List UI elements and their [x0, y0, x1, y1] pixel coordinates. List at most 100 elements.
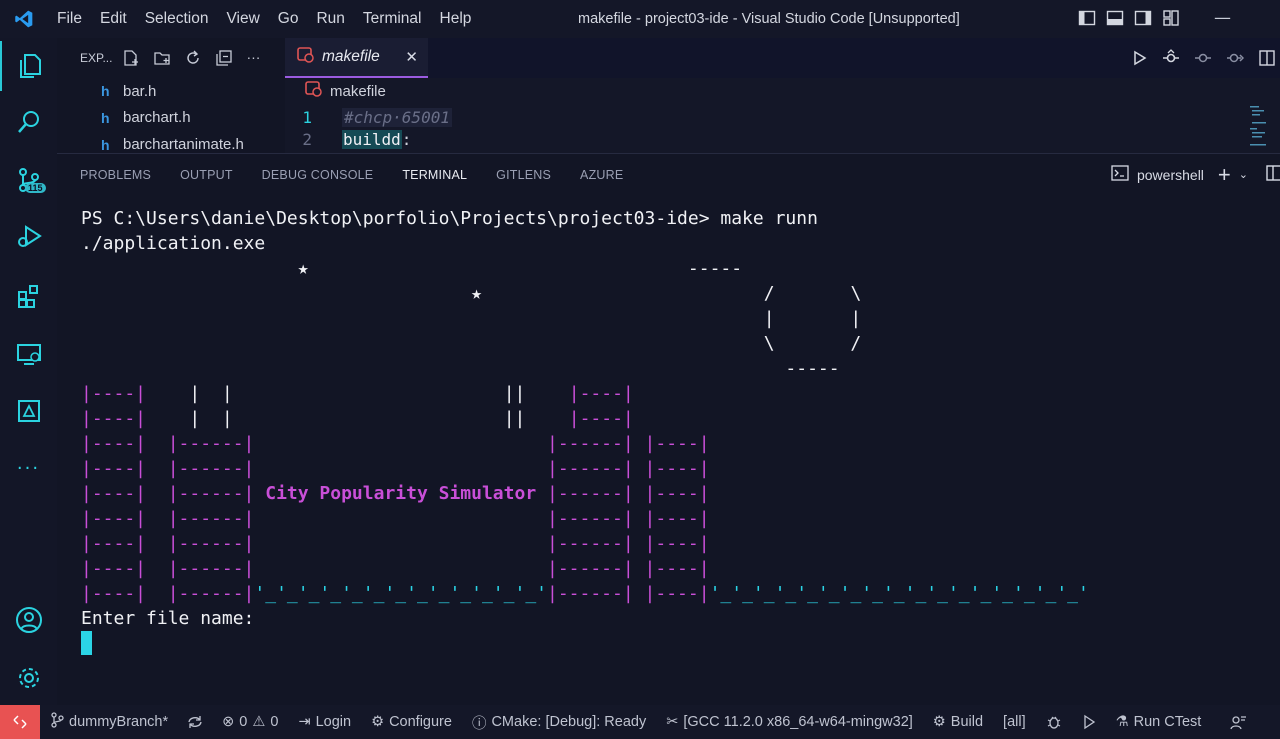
configure-status[interactable]: ⚙ Configure [371, 714, 452, 730]
kit-status[interactable]: ✂ [GCC 11.2.0 x86_64-w64-mingw32] [666, 714, 913, 730]
new-folder-icon[interactable] [153, 49, 171, 67]
terminal-prompt-line: PS C:\Users\danie\Desktop\porfolio\Proje… [81, 208, 818, 229]
ascii-art-line: |----| |------| |------| |----| [81, 533, 710, 554]
tab-debug-console[interactable]: DEBUG CONSOLE [262, 168, 374, 182]
ascii-art-line: |----| | | || |----| [81, 383, 634, 404]
scm-badge: 115 [25, 183, 46, 193]
menu-go[interactable]: Go [269, 10, 308, 28]
accounts-icon[interactable] [0, 595, 57, 645]
terminal-shell-name[interactable]: powershell [1137, 167, 1204, 183]
toggle-secondary-sidebar-icon[interactable] [1134, 9, 1152, 27]
minimize-icon[interactable]: — [1214, 8, 1231, 28]
feedback-icon[interactable] [1229, 714, 1247, 730]
refresh-icon[interactable] [184, 49, 202, 67]
code-comment: #chcp·65001 [342, 107, 452, 127]
tab-output[interactable]: OUTPUT [180, 168, 233, 182]
chevron-down-icon[interactable]: ⌄ [1239, 168, 1248, 181]
gear-icon: ⚙ [932, 714, 946, 730]
breadcrumb-file[interactable]: makefile [330, 83, 386, 100]
collapse-all-icon[interactable] [215, 49, 233, 67]
error-count: 0 [239, 714, 248, 730]
terminal-input-prompt: Enter file name: [81, 608, 266, 629]
toggle-panel-icon[interactable] [1106, 9, 1124, 27]
error-icon: ⊗ [222, 714, 235, 730]
tab-problems[interactable]: PROBLEMS [80, 168, 151, 182]
ascii-art-line: |----| |------| |------| |----| [81, 458, 710, 479]
debug-bug-icon[interactable] [1046, 714, 1062, 730]
tab-azure[interactable]: AZURE [580, 168, 623, 182]
split-editor-icon[interactable] [1258, 49, 1276, 67]
sync-icon[interactable] [186, 714, 204, 730]
new-terminal-icon[interactable]: + [1218, 163, 1231, 185]
panel-tabs: PROBLEMS OUTPUT DEBUG CONSOLE TERMINAL G… [57, 154, 1280, 196]
line-number: 2 [302, 130, 312, 149]
tab-terminal[interactable]: TERMINAL [402, 168, 467, 182]
git-commit-icon[interactable] [1162, 49, 1180, 67]
ascii-art-line: ★ ----- [297, 258, 743, 279]
explorer-icon[interactable] [0, 41, 57, 91]
branch-status[interactable]: dummyBranch* [50, 712, 168, 732]
build-target-status[interactable]: [all] [1003, 714, 1026, 730]
code-line[interactable]: 2 buildd: [285, 130, 1280, 153]
previous-commit-icon[interactable] [1194, 49, 1212, 67]
next-commit-icon[interactable] [1226, 49, 1245, 67]
search-icon[interactable] [0, 97, 57, 147]
tab-gitlens[interactable]: GITLENS [496, 168, 551, 182]
file-item-barchart-h[interactable]: h barchart.h [57, 105, 285, 132]
configure-label: Configure [389, 714, 452, 730]
menu-help[interactable]: Help [431, 10, 481, 28]
minimap[interactable] [1250, 104, 1270, 149]
c-header-icon: h [101, 83, 110, 100]
terminal-output[interactable]: PS C:\Users\danie\Desktop\porfolio\Proje… [81, 206, 1089, 656]
split-terminal-icon[interactable] [1266, 164, 1280, 185]
menu-file[interactable]: File [48, 10, 91, 28]
menu-selection[interactable]: Selection [136, 10, 218, 28]
breadcrumb[interactable]: makefile [285, 78, 1280, 104]
cmake-label: CMake: [Debug]: Ready [491, 714, 647, 730]
c-header-icon: h [101, 109, 110, 126]
toggle-sidebar-icon[interactable] [1078, 9, 1096, 27]
branch-name: dummyBranch* [69, 714, 169, 730]
ascii-art-line: |----| |------| |------| |----| [81, 433, 710, 454]
ascii-art-line: |----| |------|'_'_'_'_'_'_'_'_'_'_'_'_'… [81, 583, 1089, 604]
problems-status[interactable]: ⊗ 0 ⚠ 0 [222, 714, 278, 730]
close-icon[interactable]: ✕ [405, 48, 418, 66]
target-colon: : [401, 130, 412, 149]
line-number: 1 [302, 107, 312, 127]
remote-explorer-icon[interactable] [0, 329, 57, 379]
file-item-barchartanimate-h[interactable]: h barchartanimate.h [57, 131, 285, 153]
login-status[interactable]: ⇥ Login [298, 714, 351, 730]
ctest-label: Run CTest [1133, 714, 1202, 730]
tab-makefile[interactable]: makefile ✕ [285, 38, 428, 78]
menu-terminal[interactable]: Terminal [354, 10, 431, 28]
more-icon[interactable]: ··· [0, 443, 57, 493]
menu-run[interactable]: Run [307, 10, 353, 28]
new-file-icon[interactable] [122, 49, 140, 67]
git-branch-icon [50, 712, 64, 732]
window-title: makefile - project03-ide - Visual Studio… [578, 11, 960, 27]
cmake-status[interactable]: ⓘ CMake: [Debug]: Ready [472, 712, 646, 733]
menu-edit[interactable]: Edit [91, 10, 136, 28]
customize-layout-icon[interactable] [1162, 9, 1180, 27]
build-status[interactable]: ⚙ Build [933, 714, 983, 730]
warning-icon: ⚠ [252, 714, 266, 730]
file-name: barchartanimate.h [123, 136, 244, 153]
terminal-cursor [81, 631, 92, 655]
run-debug-icon[interactable] [0, 211, 57, 261]
azure-icon[interactable] [0, 386, 57, 436]
remote-indicator-icon[interactable] [0, 705, 40, 739]
settings-gear-icon[interactable] [0, 653, 57, 703]
ctest-status[interactable]: ⚗ Run CTest [1116, 714, 1202, 730]
source-control-icon[interactable]: 115 [0, 155, 57, 205]
launch-play-icon[interactable] [1082, 714, 1096, 730]
run-icon[interactable] [1130, 49, 1148, 67]
ascii-art-line: |----| | | || |----| [81, 408, 634, 429]
menu-view[interactable]: View [217, 10, 268, 28]
build-label: Build [950, 714, 984, 730]
warning-count: 0 [270, 714, 279, 730]
extensions-icon[interactable] [0, 271, 57, 321]
more-actions-icon[interactable]: ··· [246, 49, 264, 67]
file-item-bar-h[interactable]: h bar.h [57, 78, 285, 105]
vscode-logo-icon [0, 0, 48, 38]
code-line[interactable]: 1 #chcp·65001 [285, 104, 1280, 130]
